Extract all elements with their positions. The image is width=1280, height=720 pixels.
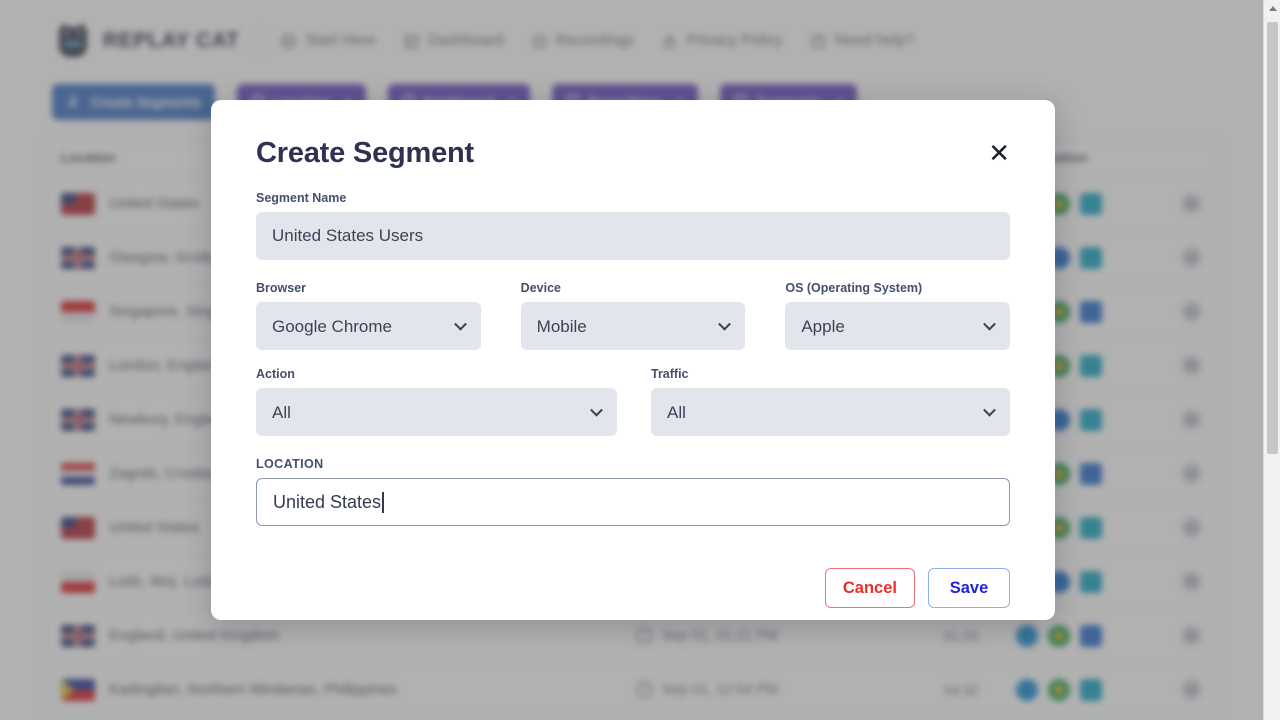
segment-name-input[interactable] — [256, 212, 1010, 260]
os-select[interactable]: AllAppleWindowsAndroidLinux — [785, 302, 1011, 350]
location-input[interactable]: United States — [256, 478, 1010, 526]
modal-actions: Cancel Save — [256, 568, 1010, 608]
location-value: United States — [273, 491, 382, 512]
save-button[interactable]: Save — [928, 568, 1010, 608]
browser-label: Browser — [256, 281, 307, 295]
page-title: Create Segment — [256, 137, 474, 169]
browser-group: Browser AllGoogle ChromeSafariFirefoxMic… — [256, 281, 481, 350]
segment-name-label: Segment Name — [256, 191, 347, 205]
create-segment-modal: Create Segment ✕ Segment Name Browser Al… — [211, 100, 1055, 620]
action-label: Action — [256, 367, 295, 381]
segment-name-group: Segment Name — [256, 191, 1010, 260]
location-group: LOCATION United States — [256, 457, 1010, 526]
cancel-button[interactable]: Cancel — [824, 568, 915, 608]
modal-header: Create Segment ✕ — [256, 126, 1010, 170]
traffic-group: Traffic All — [651, 367, 1010, 436]
os-group: OS (Operating System) AllAppleWindowsAnd… — [785, 281, 1011, 350]
device-label: Device — [520, 281, 561, 295]
filters-row-1: Browser AllGoogle ChromeSafariFirefoxMic… — [256, 281, 1011, 350]
browser-select[interactable]: AllGoogle ChromeSafariFirefoxMicrosoft E… — [256, 302, 481, 350]
device-group: Device AllDesktopMobileTablet — [520, 281, 746, 350]
filters-row-2: Action All Traffic All — [256, 367, 1010, 436]
action-select[interactable]: All — [256, 388, 617, 436]
traffic-label: Traffic — [651, 367, 689, 381]
scroll-up-arrow-icon[interactable] — [1264, 0, 1280, 17]
text-caret — [382, 491, 384, 513]
os-label: OS (Operating System) — [785, 281, 923, 295]
device-select[interactable]: AllDesktopMobileTablet — [520, 302, 746, 350]
vertical-scrollbar[interactable] — [1263, 0, 1280, 720]
action-group: Action All — [256, 367, 617, 436]
close-icon[interactable]: ✕ — [988, 140, 1010, 166]
scrollbar-thumb[interactable] — [1267, 22, 1278, 454]
location-label: LOCATION — [256, 457, 324, 471]
traffic-select[interactable]: All — [651, 388, 1010, 436]
